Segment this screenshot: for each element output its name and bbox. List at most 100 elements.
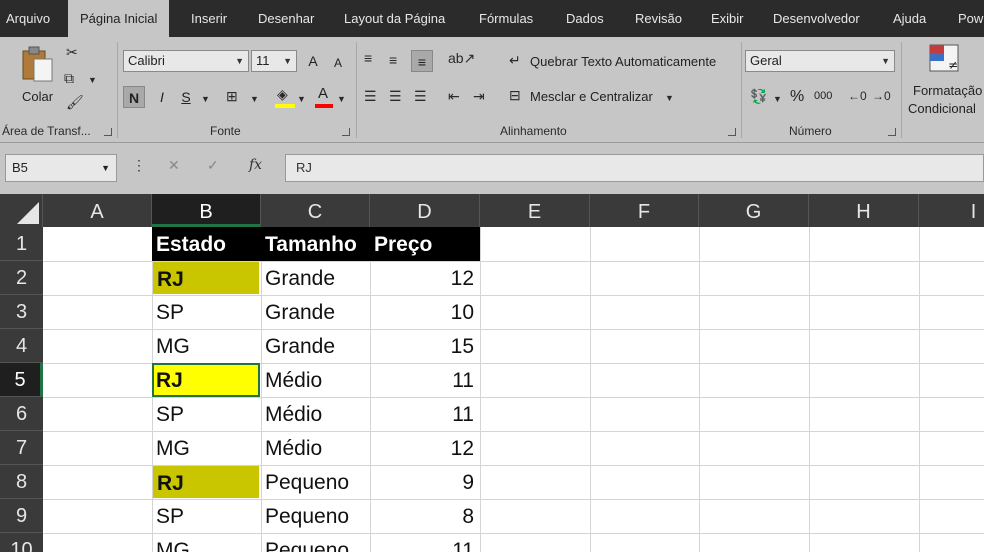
tab-desenhar[interactable]: Desenhar [258, 0, 314, 37]
percent-button[interactable]: % [790, 88, 804, 106]
underline-button[interactable]: S [175, 86, 197, 108]
italic-button[interactable]: I [151, 86, 173, 108]
font-color-button[interactable]: A [314, 85, 334, 109]
tab-exibir[interactable]: Exibir [711, 0, 744, 37]
cell-c5[interactable]: Médio [261, 363, 370, 397]
confirm-icon[interactable]: ✓ [207, 157, 219, 174]
cell-d10[interactable]: 11 [370, 533, 480, 552]
grow-font-button[interactable]: A [302, 50, 324, 72]
paste-button[interactable]: Colar [14, 43, 60, 105]
alignment-launcher-icon[interactable] [728, 128, 736, 136]
cell-d8[interactable]: 9 [370, 465, 480, 499]
number-format-select[interactable]: Geral ▼ [745, 50, 895, 72]
header-cell-estado[interactable]: Estado [152, 227, 261, 261]
tab-arquivo[interactable]: Arquivo [6, 0, 50, 37]
wrap-text-button[interactable]: ↵ Quebrar Texto Automaticamente [509, 51, 733, 73]
copy-icon[interactable]: ⧉ [64, 69, 74, 87]
shrink-font-button[interactable]: A [327, 52, 349, 74]
decrease-decimal-icon[interactable]: →0 [872, 87, 891, 105]
formula-input[interactable]: RJ [285, 154, 984, 182]
chevron-down-icon[interactable]: ▼ [773, 90, 782, 108]
cell-c4[interactable]: Grande [261, 329, 370, 363]
tab-layout-da-pagina[interactable]: Layout da Página [344, 0, 445, 37]
align-left-icon[interactable]: ☰ [364, 87, 377, 105]
cell-d6[interactable]: 11 [370, 397, 480, 431]
name-box[interactable]: B5 ▼ [5, 154, 117, 182]
select-all-corner[interactable] [0, 194, 43, 227]
clipboard-launcher-icon[interactable] [104, 128, 112, 136]
align-center-icon[interactable]: ☰ [389, 87, 402, 105]
align-middle-icon[interactable]: ≡ [389, 51, 397, 69]
column-header-b[interactable]: B [152, 194, 261, 227]
increase-indent-icon[interactable]: ⇥ [473, 87, 485, 105]
cell-b10[interactable]: MG [152, 533, 261, 552]
cell-b9[interactable]: SP [152, 499, 261, 533]
worksheet-grid[interactable]: A B C D E F G H I 1 2 3 4 5 6 7 8 9 10 E… [0, 194, 984, 552]
column-header-d[interactable]: D [370, 194, 480, 227]
column-header-e[interactable]: E [480, 194, 590, 227]
row-header-3[interactable]: 3 [0, 295, 43, 329]
cell-b6[interactable]: SP [152, 397, 261, 431]
column-header-a[interactable]: A [43, 194, 152, 227]
cell-c7[interactable]: Médio [261, 431, 370, 465]
orientation-icon[interactable]: ab↗ [448, 49, 475, 67]
cell-c8[interactable]: Pequeno [261, 465, 370, 499]
row-header-9[interactable]: 9 [0, 499, 43, 533]
row-header-6[interactable]: 6 [0, 397, 43, 431]
cell-b8[interactable]: RJ [153, 466, 259, 498]
cell-d7[interactable]: 12 [370, 431, 480, 465]
row-header-1[interactable]: 1 [0, 227, 43, 261]
align-bottom-icon[interactable]: ≡ [411, 50, 433, 72]
tab-pagina-inicial[interactable]: Página Inicial [68, 0, 170, 37]
more-options-icon[interactable]: ⋮ [132, 157, 146, 174]
tab-ajuda[interactable]: Ajuda [893, 0, 926, 37]
insert-function-button[interactable]: fx [249, 157, 262, 173]
decrease-indent-icon[interactable]: ⇤ [448, 87, 460, 105]
header-cell-preco[interactable]: Preço [370, 227, 480, 261]
currency-icon[interactable]: 💱 [750, 87, 767, 105]
cell-c2[interactable]: Grande [261, 261, 370, 295]
cell-b7[interactable]: MG [152, 431, 261, 465]
fill-color-button[interactable]: ◈ [274, 85, 296, 109]
column-header-c[interactable]: C [261, 194, 370, 227]
number-launcher-icon[interactable] [888, 128, 896, 136]
align-right-icon[interactable]: ☰ [414, 87, 427, 105]
row-header-2[interactable]: 2 [0, 261, 43, 295]
cut-icon[interactable]: ✂ [66, 43, 78, 61]
chevron-down-icon[interactable]: ▼ [297, 90, 306, 108]
font-launcher-icon[interactable] [342, 128, 350, 136]
cell-c6[interactable]: Médio [261, 397, 370, 431]
chevron-down-icon[interactable]: ▼ [201, 90, 210, 108]
tab-inserir[interactable]: Inserir [191, 0, 227, 37]
tab-desenvolvedor[interactable]: Desenvolvedor [773, 0, 860, 37]
tab-dados[interactable]: Dados [566, 0, 604, 37]
header-cell-tamanho[interactable]: Tamanho [261, 227, 370, 261]
column-header-f[interactable]: F [590, 194, 699, 227]
cell-b5-active[interactable]: RJ [152, 363, 260, 397]
chevron-down-icon[interactable]: ▼ [337, 90, 346, 108]
row-header-5[interactable]: 5 [0, 363, 43, 397]
align-top-icon[interactable]: ≡ [364, 49, 372, 67]
merge-center-button[interactable]: ⊟ Mesclar e Centralizar ▼ [509, 86, 679, 108]
conditional-formatting-button[interactable]: ≠ Formatação Condicional [906, 43, 984, 121]
cancel-icon[interactable]: ✕ [168, 157, 180, 174]
cell-b3[interactable]: SP [152, 295, 261, 329]
chevron-down-icon[interactable]: ▼ [88, 71, 97, 89]
borders-icon[interactable]: ⊞ [226, 87, 238, 105]
column-header-i[interactable]: I [919, 194, 984, 227]
cell-c10[interactable]: Pequeno [261, 533, 370, 552]
cell-d4[interactable]: 15 [370, 329, 480, 363]
cell-c9[interactable]: Pequeno [261, 499, 370, 533]
tab-revisao[interactable]: Revisão [635, 0, 682, 37]
cell-b4[interactable]: MG [152, 329, 261, 363]
cell-d2[interactable]: 12 [370, 261, 480, 295]
chevron-down-icon[interactable]: ▼ [250, 90, 259, 108]
row-header-10[interactable]: 10 [0, 533, 43, 552]
row-header-4[interactable]: 4 [0, 329, 43, 363]
cell-d5[interactable]: 11 [370, 363, 480, 397]
tab-formulas[interactable]: Fórmulas [479, 0, 533, 37]
bold-button[interactable]: N [123, 86, 145, 108]
row-header-8[interactable]: 8 [0, 465, 43, 499]
font-name-select[interactable]: Calibri ▼ [123, 50, 249, 72]
row-header-7[interactable]: 7 [0, 431, 43, 465]
